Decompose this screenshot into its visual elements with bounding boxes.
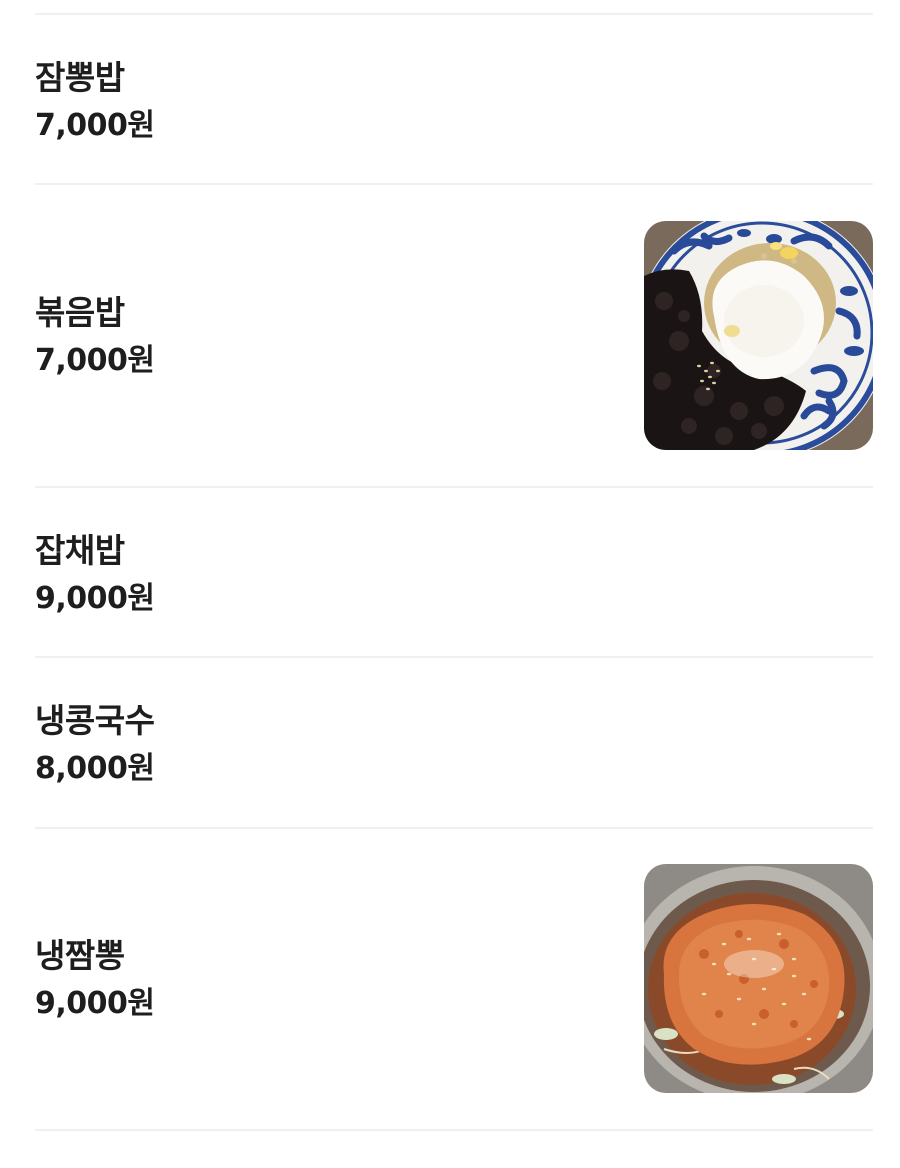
menu-item-name: 냉짬뽕	[35, 935, 125, 975]
menu-item[interactable]: 잡채밥 9,000원	[35, 519, 873, 629]
divider	[35, 656, 873, 658]
divider	[35, 486, 873, 488]
divider	[35, 1129, 873, 1131]
menu-item-text: 잠뽕밥 7,000원	[35, 58, 155, 144]
menu-item[interactable]: 잠뽕밥 7,000원	[35, 46, 873, 156]
menu-item-price: 7,000원	[35, 342, 155, 378]
menu-item-price: 9,000원	[35, 581, 155, 616]
menu-item[interactable]: 냉콩국수 8,000원	[35, 689, 873, 799]
menu-item-price: 8,000원	[35, 751, 155, 786]
menu-item-name: 볶음밥	[35, 292, 125, 332]
divider	[35, 13, 873, 15]
menu-item-text: 볶음밥 7,000원	[35, 293, 155, 379]
menu-item-text: 잡채밥 9,000원	[35, 531, 155, 617]
menu-item-photo[interactable]	[644, 864, 873, 1093]
menu-item-price: 9,000원	[35, 985, 155, 1021]
menu-item-text: 냉짬뽕 9,000원	[35, 936, 155, 1022]
menu-item-price: 7,000원	[35, 108, 155, 143]
divider	[35, 827, 873, 829]
menu-item-photo[interactable]	[644, 221, 873, 450]
menu-item[interactable]: 볶음밥 7,000원	[35, 221, 873, 450]
divider	[35, 183, 873, 185]
menu-item[interactable]: 냉짬뽕 9,000원	[35, 864, 873, 1093]
menu-item-name: 잠뽕밥	[35, 58, 125, 97]
menu-item-name: 냉콩국수	[35, 701, 155, 740]
menu-item-name: 잡채밥	[35, 531, 125, 570]
menu-item-text: 냉콩국수 8,000원	[35, 701, 155, 787]
